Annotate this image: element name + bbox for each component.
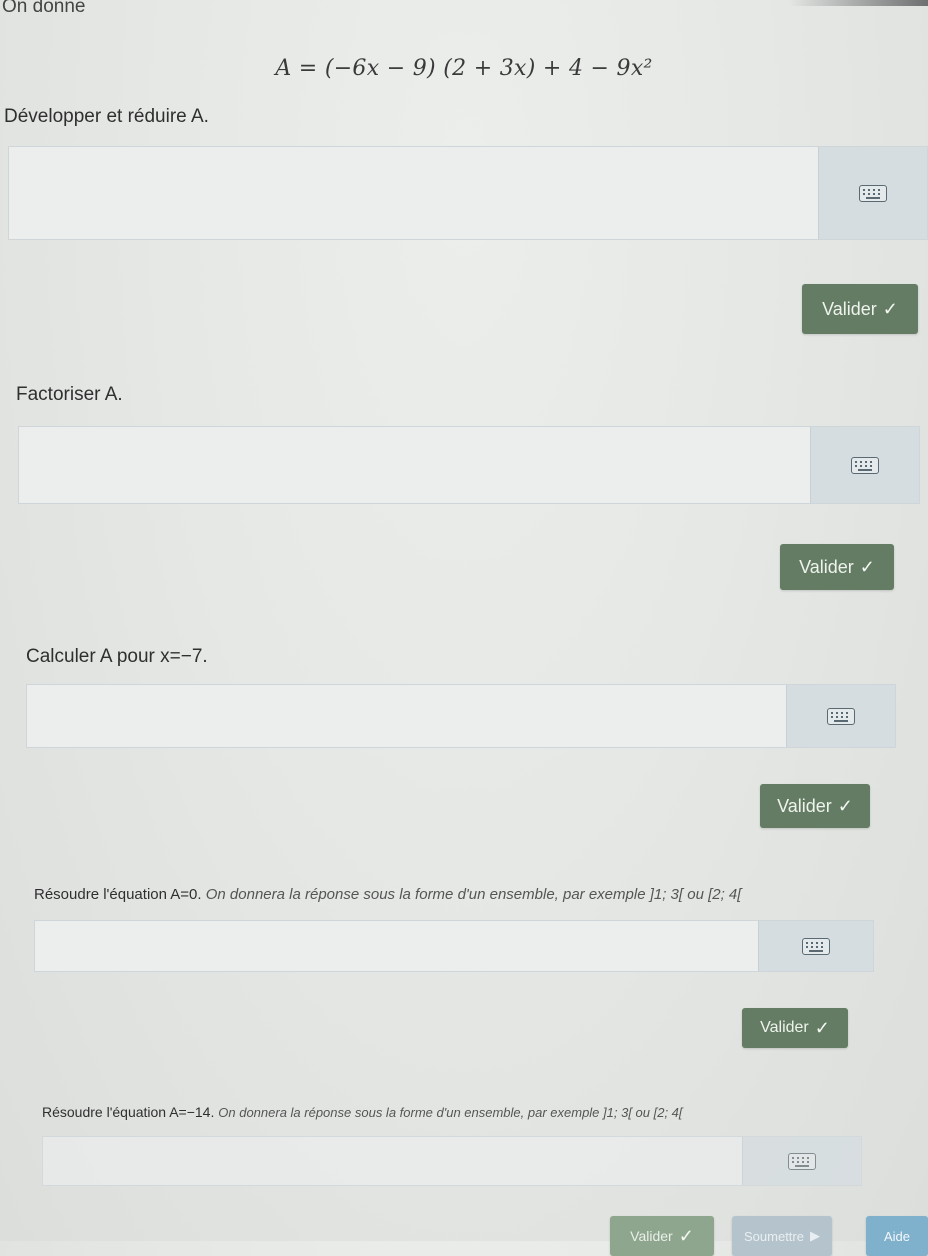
keyboard-icon xyxy=(802,937,830,955)
check-icon: ✓ xyxy=(678,1225,694,1246)
question-4-input[interactable] xyxy=(35,921,758,971)
question-1-prompt: Développer et réduire A. xyxy=(4,106,209,127)
check-icon: ✓ xyxy=(882,298,898,319)
question-5-keyboard-button[interactable] xyxy=(742,1137,861,1185)
formula: A = (−6x − 9) (2 + 3x) + 4 − 9x² xyxy=(275,56,653,81)
question-5-validate-button[interactable]: Valider ✓ xyxy=(610,1216,714,1256)
keyboard-icon xyxy=(827,707,855,725)
question-5-answer xyxy=(42,1136,862,1186)
question-1-validate-button[interactable]: Valider ✓ xyxy=(802,284,918,334)
question-2-keyboard-button[interactable] xyxy=(810,427,919,503)
question-1-keyboard-button[interactable] xyxy=(818,147,927,239)
question-3-input[interactable] xyxy=(27,685,786,747)
play-icon: ▶ xyxy=(809,1228,820,1243)
check-icon: ✓ xyxy=(837,795,853,816)
keyboard-icon xyxy=(851,456,879,474)
question-5-input[interactable] xyxy=(43,1137,742,1185)
question-4-prompt: Résoudre l'équation A=0. On donnera la r… xyxy=(34,886,742,903)
question-2-input[interactable] xyxy=(19,427,810,503)
intro-text: On donne xyxy=(2,0,86,17)
question-4-validate-button[interactable]: Valider ✓ xyxy=(742,1008,848,1048)
question-2-prompt: Factoriser A. xyxy=(16,384,123,405)
submit-button[interactable]: Soumettre ▶ xyxy=(732,1216,832,1256)
keyboard-icon xyxy=(788,1152,816,1170)
question-3-validate-button[interactable]: Valider ✓ xyxy=(760,784,870,828)
question-3-prompt: Calculer A pour x=−7. xyxy=(26,646,208,667)
question-2-validate-button[interactable]: Valider ✓ xyxy=(780,544,894,590)
question-1-answer xyxy=(8,146,928,240)
question-4-answer xyxy=(34,920,874,972)
question-4-keyboard-button[interactable] xyxy=(758,921,873,971)
question-2-answer xyxy=(18,426,920,504)
help-button[interactable]: Aide xyxy=(866,1216,928,1256)
check-icon: ✓ xyxy=(859,556,875,577)
question-3-keyboard-button[interactable] xyxy=(786,685,895,747)
keyboard-icon xyxy=(859,184,887,202)
question-1-input[interactable] xyxy=(9,147,818,239)
question-5-prompt: Résoudre l'équation A=−14. On donnera la… xyxy=(42,1104,683,1120)
check-icon: ✓ xyxy=(814,1017,830,1038)
question-3-answer xyxy=(26,684,896,748)
top-shadow xyxy=(0,0,928,6)
